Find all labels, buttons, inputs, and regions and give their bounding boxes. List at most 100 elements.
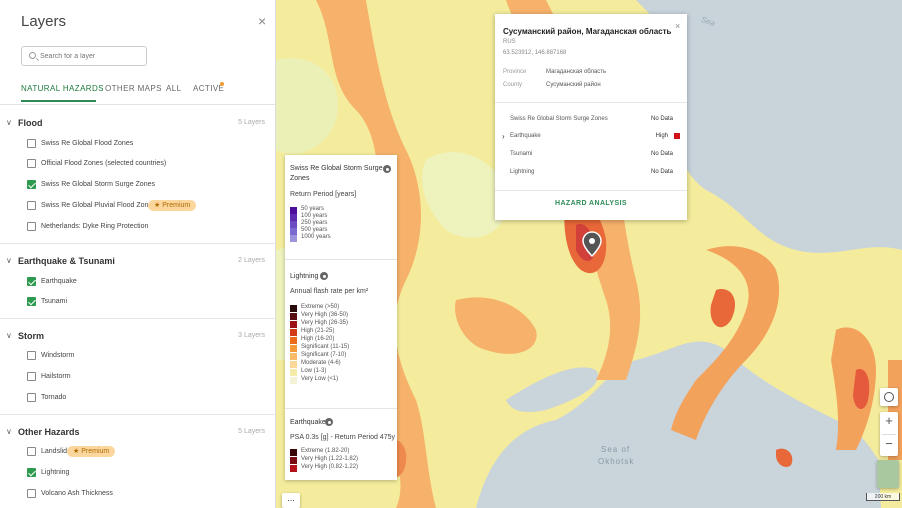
legend-lightning-title: Lightning xyxy=(290,273,319,280)
zoom-in-button[interactable]: + xyxy=(880,413,898,433)
popup-hazard-row[interactable]: Swiss Re Global Storm Surge Zones No Data xyxy=(510,116,680,122)
checkbox[interactable] xyxy=(27,222,36,231)
scale-bar: 200 km xyxy=(866,493,900,501)
popup-title: Сусуманский район, Магаданская область xyxy=(503,27,672,36)
sea-label-okhotsk-1: Sea of xyxy=(601,445,631,454)
premium-badge: ★ Premium xyxy=(148,200,197,211)
tabs-divider xyxy=(0,104,275,105)
legend-label: Extreme (1.82-20) xyxy=(301,448,350,454)
section-count: 3 Layers xyxy=(238,332,265,339)
high-severity-swatch xyxy=(674,133,680,139)
locate-button[interactable] xyxy=(880,388,898,406)
checkbox-checked[interactable] xyxy=(27,297,36,306)
legend-label: Significant (7-10) xyxy=(301,352,347,358)
checkbox[interactable] xyxy=(27,372,36,381)
hazard-analysis-button[interactable]: HAZARD ANALYSIS xyxy=(495,200,687,207)
gear-icon[interactable] xyxy=(325,418,333,426)
legend-swatch xyxy=(290,369,297,376)
section-earthquake-header[interactable]: ∨ Earthquake & Tsunami xyxy=(6,256,268,266)
legend-label: Very High (26-35) xyxy=(301,320,349,326)
gear-icon[interactable] xyxy=(320,272,328,280)
map-legend[interactable]: Swiss Re Global Storm Surge Zones Return… xyxy=(285,155,397,480)
chevron-down-icon: ∨ xyxy=(6,118,12,127)
legend-swatch xyxy=(290,337,297,344)
legend-swatch xyxy=(290,228,297,235)
active-indicator-dot xyxy=(220,82,224,86)
legend-swatch xyxy=(290,313,297,320)
section-title: Earthquake & Tsunami xyxy=(18,256,115,266)
search-input[interactable] xyxy=(40,50,144,63)
legend-label: 250 years xyxy=(301,220,328,226)
legend-swatch xyxy=(290,235,297,242)
chevron-down-icon: ∨ xyxy=(6,427,12,436)
zoom-divider xyxy=(882,434,896,435)
checkbox[interactable] xyxy=(27,351,36,360)
legend-swatch xyxy=(290,377,297,384)
legend-label: Very Low (<1) xyxy=(301,376,339,382)
tab-natural-hazards[interactable]: NATURAL HAZARDS xyxy=(21,84,104,93)
legend-label: Low (1-3) xyxy=(301,368,327,374)
section-title: Other Hazards xyxy=(18,427,80,437)
search-icon xyxy=(29,52,36,59)
legend-label: High (21-25) xyxy=(301,328,335,334)
popup-divider xyxy=(495,190,687,191)
legend-label: Very High (1.22-1.82) xyxy=(301,456,359,462)
popup-hazard-row[interactable]: Lightning No Data xyxy=(510,169,680,175)
zoom-out-button[interactable]: − xyxy=(880,436,898,456)
chevron-right-icon: › xyxy=(502,132,505,141)
section-title: Flood xyxy=(18,118,43,128)
legend-surge-subtitle: Return Period [years] xyxy=(290,191,357,198)
legend-swatch xyxy=(290,214,297,221)
legend-swatch xyxy=(290,329,297,336)
checkbox[interactable] xyxy=(27,201,36,210)
checkbox[interactable] xyxy=(27,489,36,498)
close-icon[interactable]: × xyxy=(675,21,680,31)
tab-other-maps[interactable]: OTHER MAPS xyxy=(105,84,162,93)
legend-swatch xyxy=(290,465,297,472)
search-box[interactable] xyxy=(21,46,147,66)
tab-all[interactable]: ALL xyxy=(166,84,181,93)
legend-label: Moderate (4-6) xyxy=(301,360,341,366)
legend-swatch xyxy=(290,221,297,228)
location-popup: Сусуманский район, Магаданская область ×… xyxy=(495,14,687,220)
legend-label: 1000 years xyxy=(301,234,331,240)
chevron-down-icon: ∨ xyxy=(6,256,12,265)
checkbox-checked[interactable] xyxy=(27,277,36,286)
popup-hazard-row[interactable]: Tsunami No Data xyxy=(510,151,680,157)
active-tab-underline xyxy=(21,100,96,102)
legend-earthquake-title: Earthquake xyxy=(290,419,326,426)
legend-surge-title: Swiss Re Global Storm Surge xyxy=(290,165,383,172)
layers-panel-header: Layers × xyxy=(0,0,275,34)
checkbox[interactable] xyxy=(27,447,36,456)
checkbox[interactable] xyxy=(27,393,36,402)
close-icon[interactable]: × xyxy=(258,14,266,28)
section-storm-header[interactable]: ∨ Storm xyxy=(6,331,268,341)
legend-divider xyxy=(285,259,397,260)
checkbox[interactable] xyxy=(27,159,36,168)
section-other-hazards-header[interactable]: ∨ Other Hazards xyxy=(6,427,268,437)
legend-earthquake-subtitle: PSA 0.3s [g] - Return Period 475y xyxy=(290,434,396,441)
gear-icon[interactable] xyxy=(383,165,391,173)
more-options-button[interactable]: ... xyxy=(282,493,300,508)
legend-label: 100 years xyxy=(301,213,328,219)
legend-swatch xyxy=(290,457,297,464)
checkbox[interactable] xyxy=(27,139,36,148)
checkbox-checked[interactable] xyxy=(27,180,36,189)
sea-label-okhotsk-2: Okhotsk xyxy=(598,457,635,466)
legend-swatch xyxy=(290,361,297,368)
basemap-thumbnail[interactable] xyxy=(877,460,899,488)
legend-label: Extreme (>50) xyxy=(301,304,340,310)
section-flood-header[interactable]: ∨ Flood xyxy=(6,118,268,128)
legend-swatch xyxy=(290,305,297,312)
section-title: Storm xyxy=(18,331,45,341)
popup-hazard-row-earthquake[interactable]: › Earthquake High xyxy=(502,132,680,141)
checkbox-checked[interactable] xyxy=(27,468,36,477)
popup-divider xyxy=(495,102,687,103)
legend-label: 500 years xyxy=(301,227,328,233)
legend-swatch xyxy=(290,321,297,328)
legend-label: Very High (36-50) xyxy=(301,312,349,318)
legend-swatch xyxy=(290,207,297,214)
legend-swatch xyxy=(290,345,297,352)
section-count: 5 Layers xyxy=(238,428,265,435)
popup-coordinates: 63.523912, 146.887168 xyxy=(503,50,567,56)
